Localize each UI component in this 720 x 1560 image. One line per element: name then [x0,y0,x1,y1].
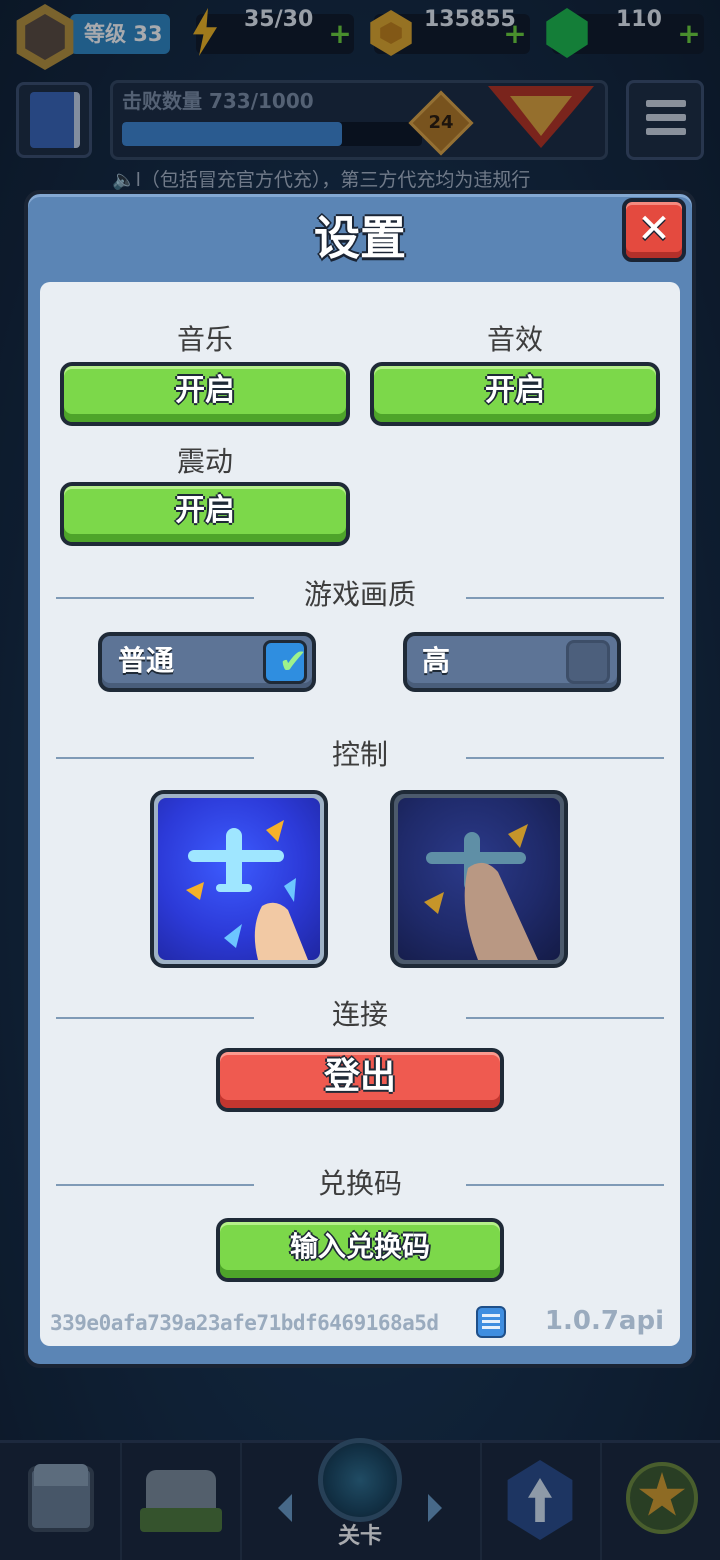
redeem-section-title: 兑换码 [317,1167,402,1200]
logout-label: 登出 [323,1056,396,1097]
finger-icon [464,862,538,960]
divider [56,597,254,599]
arrow-left-icon [424,892,444,914]
music-label: 音乐 [176,323,233,356]
arrow-up-right-icon [508,824,528,848]
vibration-toggle-label: 开启 [175,493,235,528]
arrow-left-icon [186,882,204,900]
copy-icon-line [482,1314,500,1317]
sfx-toggle-label: 开启 [485,373,545,408]
divider [56,757,254,759]
plane-body [226,828,242,892]
finger-icon [254,902,308,960]
divider [466,597,664,599]
divider [56,1017,254,1019]
divider [56,1184,254,1186]
settings-title: 设置 [314,211,406,265]
divider [466,1184,664,1186]
quality-high-checkbox[interactable] [566,640,610,684]
vibration-label: 震动 [176,445,233,478]
control-mode-drag[interactable] [398,798,560,960]
control-mode-touch[interactable] [158,798,320,960]
checkmark-icon: ✔ [278,642,308,682]
arrow-right-icon [284,878,296,902]
version-label: 1.0.7api [544,1306,664,1336]
music-toggle-label: 开启 [175,373,235,408]
quality-section-title: 游戏画质 [303,578,416,611]
control-section-title: 控制 [331,738,388,771]
arrow-up-right-icon [266,820,284,842]
drag-control-illustration [424,824,538,960]
connection-section-title: 连接 [331,998,388,1031]
user-id: 339e0afa739a23afe71bdf6469168a5d [50,1311,439,1335]
divider [466,757,664,759]
quality-normal-label: 普通 [118,644,175,677]
sfx-label: 音效 [486,323,543,356]
touch-control-illustration [186,820,308,960]
redeem-code-label: 输入兑换码 [289,1230,430,1263]
quality-high-label: 高 [422,644,451,677]
close-icon[interactable]: ✕ [622,198,686,260]
copy-icon-line [482,1320,500,1323]
copy-icon-line [482,1326,500,1329]
plane-tail [216,884,252,892]
arrow-down-icon [224,924,242,948]
divider [466,1017,664,1019]
